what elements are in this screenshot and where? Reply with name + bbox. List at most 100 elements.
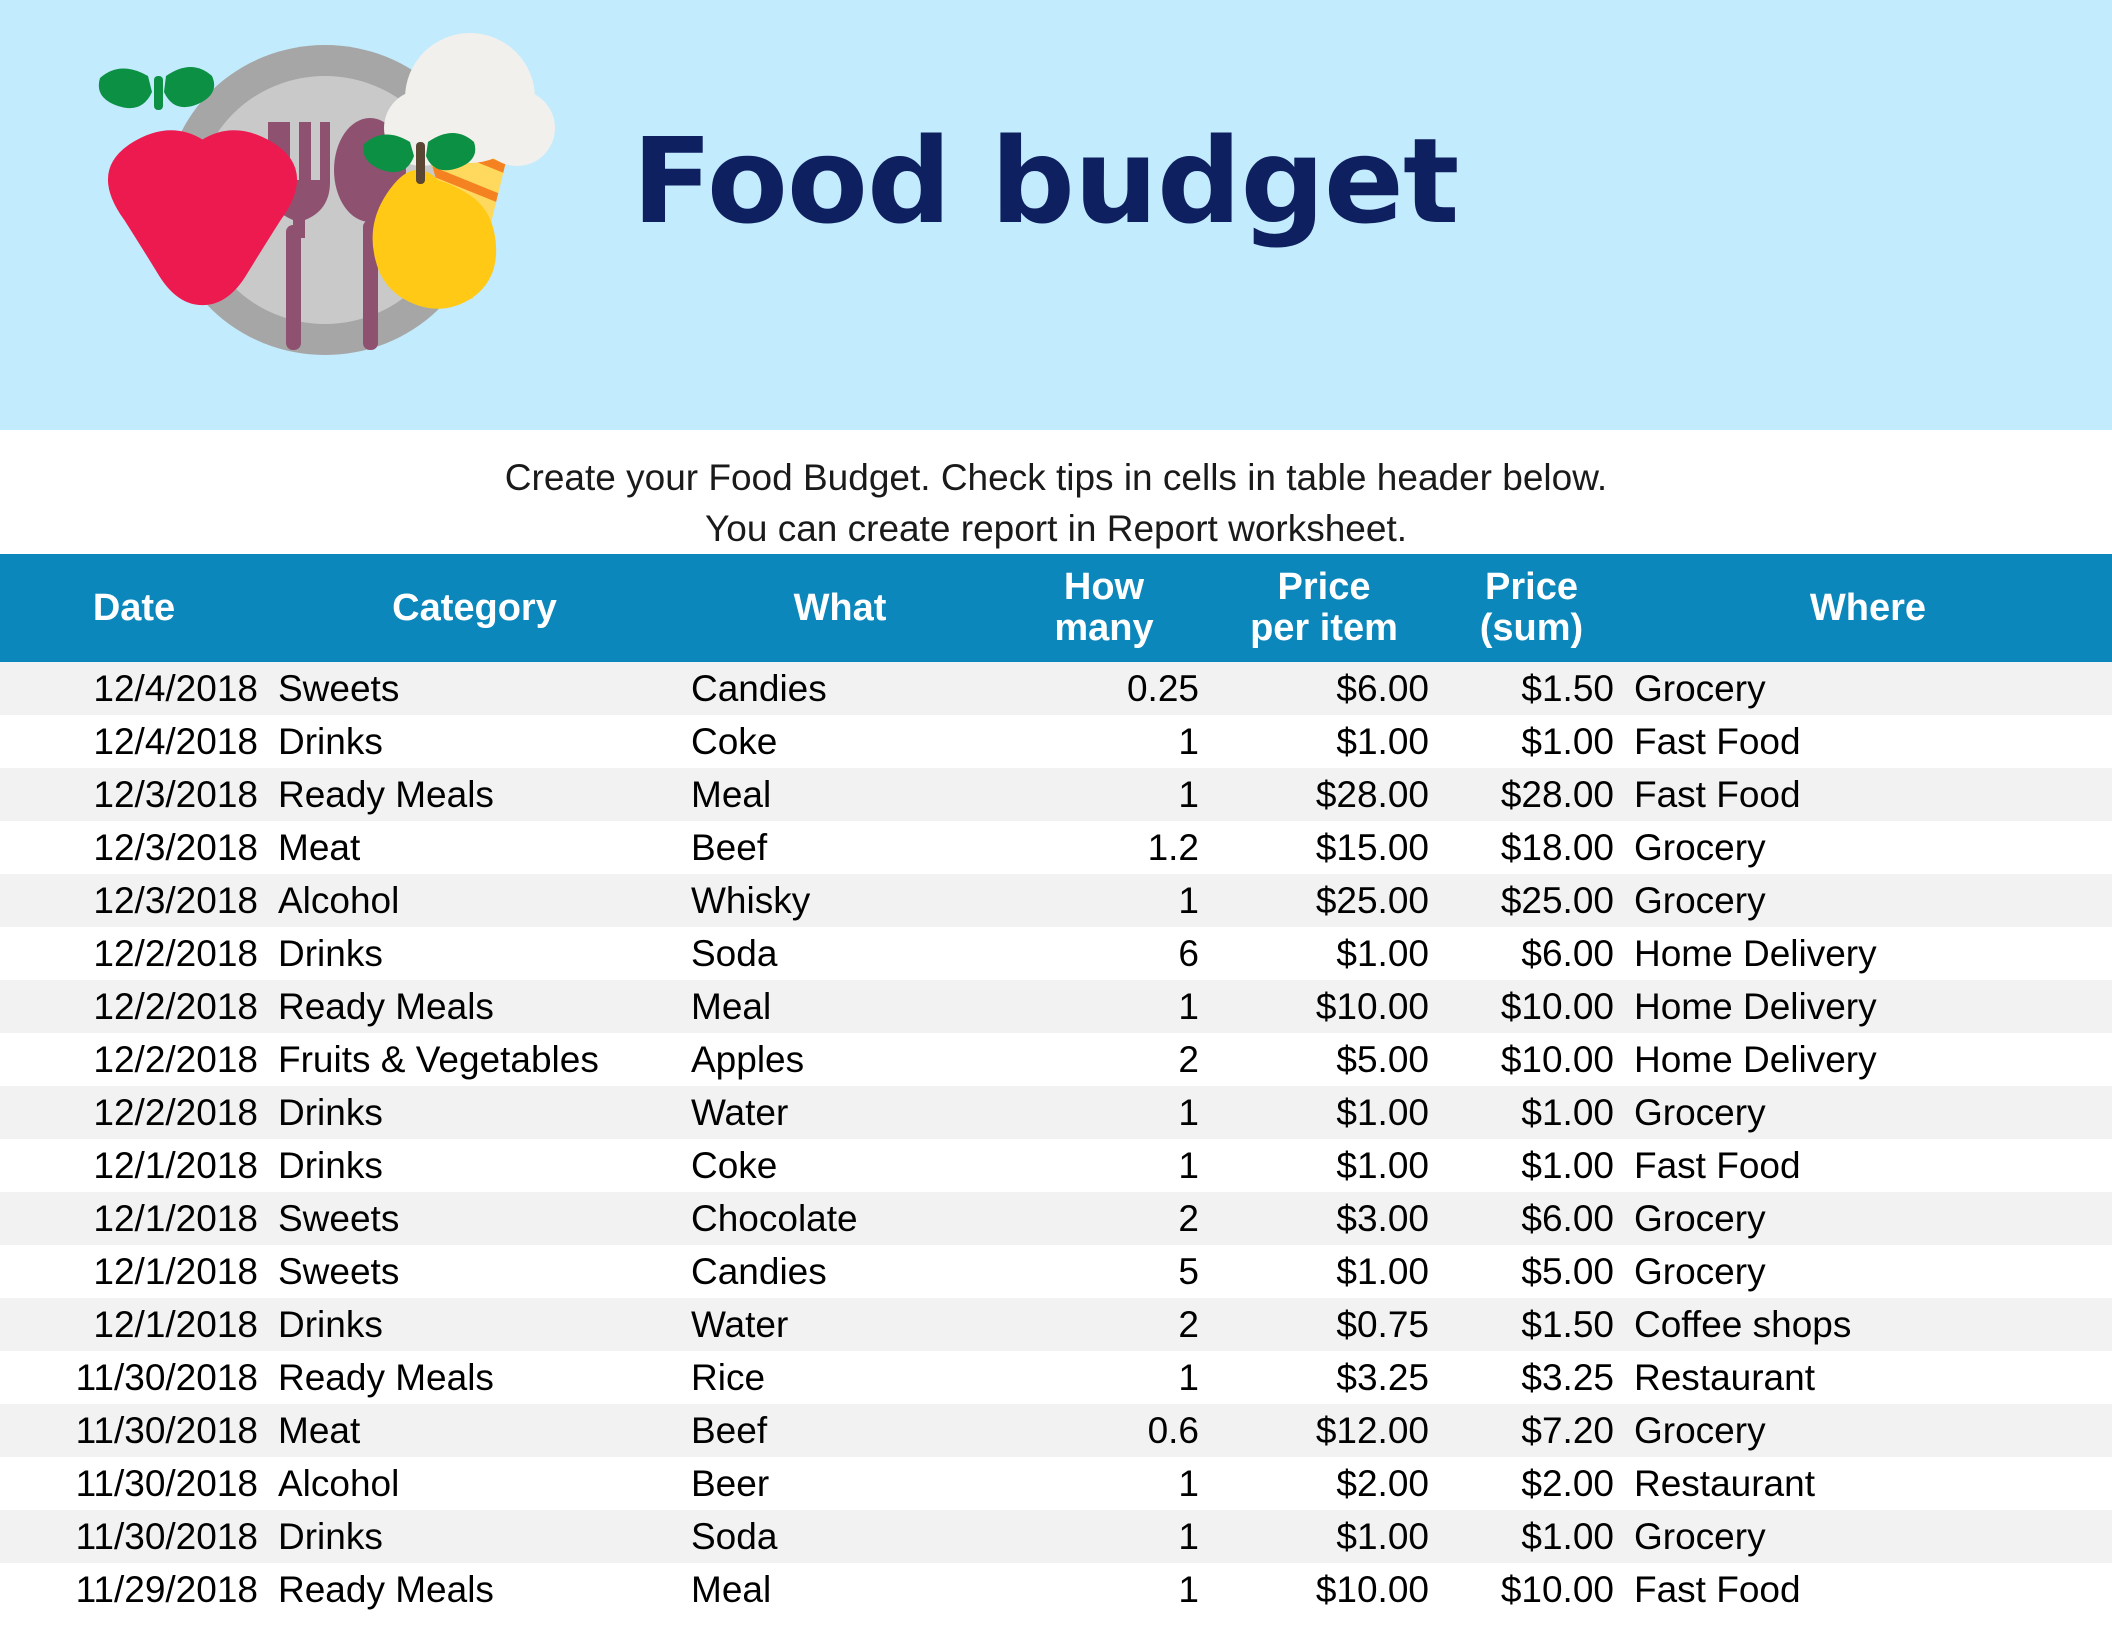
cell-priceper[interactable]: $1.00: [1209, 715, 1439, 769]
cell-category[interactable]: Drinks: [268, 1510, 681, 1564]
cell-where[interactable]: Home Delivery: [1624, 927, 2112, 981]
cell-what[interactable]: Whisky: [681, 874, 999, 928]
cell-category[interactable]: Drinks: [268, 1298, 681, 1352]
cell-howmany[interactable]: 1.2: [999, 821, 1209, 875]
cell-category[interactable]: Ready Meals: [268, 768, 681, 822]
cell-category[interactable]: Fruits & Vegetables: [268, 1033, 681, 1087]
table-row[interactable]: 12/1/2018 Drinks Coke 1 $1.00 $1.00 Fast Food: [0, 1139, 2112, 1193]
cell-date[interactable]: 12/1/2018: [0, 1139, 268, 1193]
cell-what[interactable]: Water: [681, 1086, 999, 1140]
cell-where[interactable]: Grocery: [1624, 874, 2112, 928]
cell-what[interactable]: Coke: [681, 715, 999, 769]
cell-priceper[interactable]: $6.00: [1209, 662, 1439, 716]
cell-date[interactable]: 11/30/2018: [0, 1510, 268, 1564]
table-row[interactable]: 12/4/2018 Sweets Candies 0.25 $6.00 $1.50 Groc…: [0, 662, 2112, 716]
cell-date[interactable]: 12/3/2018: [0, 768, 268, 822]
cell-category[interactable]: Sweets: [268, 1192, 681, 1246]
cell-priceper[interactable]: $1.00: [1209, 1245, 1439, 1299]
table-row[interactable]: 12/2/2018 Drinks Soda 6 $1.00 $6.00 Home Deliv…: [0, 927, 2112, 981]
cell-pricesum[interactable]: $5.00: [1439, 1245, 1624, 1299]
cell-what[interactable]: Meal: [681, 980, 999, 1034]
cell-howmany[interactable]: 6: [999, 927, 1209, 981]
cell-howmany[interactable]: 0.6: [999, 1404, 1209, 1458]
cell-category[interactable]: Drinks: [268, 1086, 681, 1140]
cell-where[interactable]: Grocery: [1624, 662, 2112, 716]
cell-what[interactable]: Soda: [681, 1510, 999, 1564]
cell-howmany[interactable]: 1: [999, 1457, 1209, 1511]
cell-pricesum[interactable]: $10.00: [1439, 1033, 1624, 1087]
cell-priceper[interactable]: $2.00: [1209, 1457, 1439, 1511]
table-row[interactable]: 12/3/2018 Ready Meals Meal 1 $28.00 $28.00 Fas…: [0, 768, 2112, 822]
cell-date[interactable]: 12/3/2018: [0, 821, 268, 875]
cell-what[interactable]: Beer: [681, 1457, 999, 1511]
column-header-how-many[interactable]: How many: [999, 554, 1209, 663]
cell-priceper[interactable]: $10.00: [1209, 1563, 1439, 1617]
cell-howmany[interactable]: 1: [999, 980, 1209, 1034]
table-row[interactable]: 12/3/2018 Alcohol Whisky 1 $25.00 $25.00 Groce…: [0, 874, 2112, 928]
cell-howmany[interactable]: 1: [999, 715, 1209, 769]
cell-where[interactable]: Fast Food: [1624, 1563, 2112, 1617]
cell-pricesum[interactable]: $1.00: [1439, 1086, 1624, 1140]
table-row[interactable]: 11/29/2018 Ready Meals Meal 1 $10.00 $10.00 Fa…: [0, 1563, 2112, 1617]
cell-category[interactable]: Ready Meals: [268, 1351, 681, 1405]
cell-date[interactable]: 12/4/2018: [0, 662, 268, 716]
cell-what[interactable]: Chocolate: [681, 1192, 999, 1246]
cell-category[interactable]: Sweets: [268, 1245, 681, 1299]
column-header-price-per-item[interactable]: Price per item: [1209, 554, 1439, 663]
column-header-category[interactable]: Category: [268, 554, 681, 663]
table-row[interactable]: 11/30/2018 Meat Beef 0.6 $12.00 $7.20 Grocery: [0, 1404, 2112, 1458]
cell-what[interactable]: Apples: [681, 1033, 999, 1087]
cell-date[interactable]: 12/1/2018: [0, 1298, 268, 1352]
cell-date[interactable]: 11/30/2018: [0, 1457, 268, 1511]
cell-what[interactable]: Meal: [681, 768, 999, 822]
cell-priceper[interactable]: $3.00: [1209, 1192, 1439, 1246]
cell-what[interactable]: Rice: [681, 1351, 999, 1405]
cell-date[interactable]: 12/1/2018: [0, 1245, 268, 1299]
cell-priceper[interactable]: $1.00: [1209, 927, 1439, 981]
cell-what[interactable]: Soda: [681, 927, 999, 981]
cell-date[interactable]: 12/2/2018: [0, 1086, 268, 1140]
table-row[interactable]: 12/1/2018 Sweets Chocolate 2 $3.00 $6.00 Groce…: [0, 1192, 2112, 1246]
cell-where[interactable]: Grocery: [1624, 1510, 2112, 1564]
cell-pricesum[interactable]: $10.00: [1439, 980, 1624, 1034]
cell-howmany[interactable]: 1: [999, 1510, 1209, 1564]
cell-howmany[interactable]: 5: [999, 1245, 1209, 1299]
table-row[interactable]: 12/4/2018 Drinks Coke 1 $1.00 $1.00 Fast Food: [0, 715, 2112, 769]
cell-where[interactable]: Grocery: [1624, 1245, 2112, 1299]
column-header-where[interactable]: Where: [1624, 554, 2112, 663]
cell-pricesum[interactable]: $1.00: [1439, 715, 1624, 769]
cell-pricesum[interactable]: $25.00: [1439, 874, 1624, 928]
cell-pricesum[interactable]: $1.50: [1439, 1298, 1624, 1352]
cell-where[interactable]: Fast Food: [1624, 1139, 2112, 1193]
cell-priceper[interactable]: $1.00: [1209, 1510, 1439, 1564]
cell-date[interactable]: 11/30/2018: [0, 1404, 268, 1458]
cell-where[interactable]: Fast Food: [1624, 715, 2112, 769]
column-header-date[interactable]: Date: [0, 554, 268, 663]
cell-where[interactable]: Home Delivery: [1624, 1033, 2112, 1087]
cell-priceper[interactable]: $1.00: [1209, 1139, 1439, 1193]
cell-what[interactable]: Meal: [681, 1563, 999, 1617]
cell-category[interactable]: Alcohol: [268, 874, 681, 928]
cell-date[interactable]: 12/2/2018: [0, 1033, 268, 1087]
cell-pricesum[interactable]: $6.00: [1439, 927, 1624, 981]
table-row[interactable]: 11/30/2018 Drinks Soda 1 $1.00 $1.00 Grocery: [0, 1510, 2112, 1564]
cell-priceper[interactable]: $10.00: [1209, 980, 1439, 1034]
cell-where[interactable]: Grocery: [1624, 821, 2112, 875]
cell-priceper[interactable]: $28.00: [1209, 768, 1439, 822]
cell-howmany[interactable]: 1: [999, 768, 1209, 822]
cell-where[interactable]: Restaurant: [1624, 1457, 2112, 1511]
cell-category[interactable]: Drinks: [268, 1139, 681, 1193]
cell-category[interactable]: Drinks: [268, 927, 681, 981]
cell-date[interactable]: 12/2/2018: [0, 980, 268, 1034]
cell-category[interactable]: Alcohol: [268, 1457, 681, 1511]
cell-howmany[interactable]: 0.25: [999, 662, 1209, 716]
table-row[interactable]: 12/1/2018 Drinks Water 2 $0.75 $1.50 Coffee sh…: [0, 1298, 2112, 1352]
cell-howmany[interactable]: 1: [999, 1086, 1209, 1140]
cell-priceper[interactable]: $1.00: [1209, 1086, 1439, 1140]
cell-pricesum[interactable]: $1.00: [1439, 1510, 1624, 1564]
table-row[interactable]: 12/2/2018 Drinks Water 1 $1.00 $1.00 Grocery: [0, 1086, 2112, 1140]
cell-date[interactable]: 11/30/2018: [0, 1351, 268, 1405]
cell-date[interactable]: 12/3/2018: [0, 874, 268, 928]
cell-priceper[interactable]: $3.25: [1209, 1351, 1439, 1405]
column-header-what[interactable]: What: [681, 554, 999, 663]
